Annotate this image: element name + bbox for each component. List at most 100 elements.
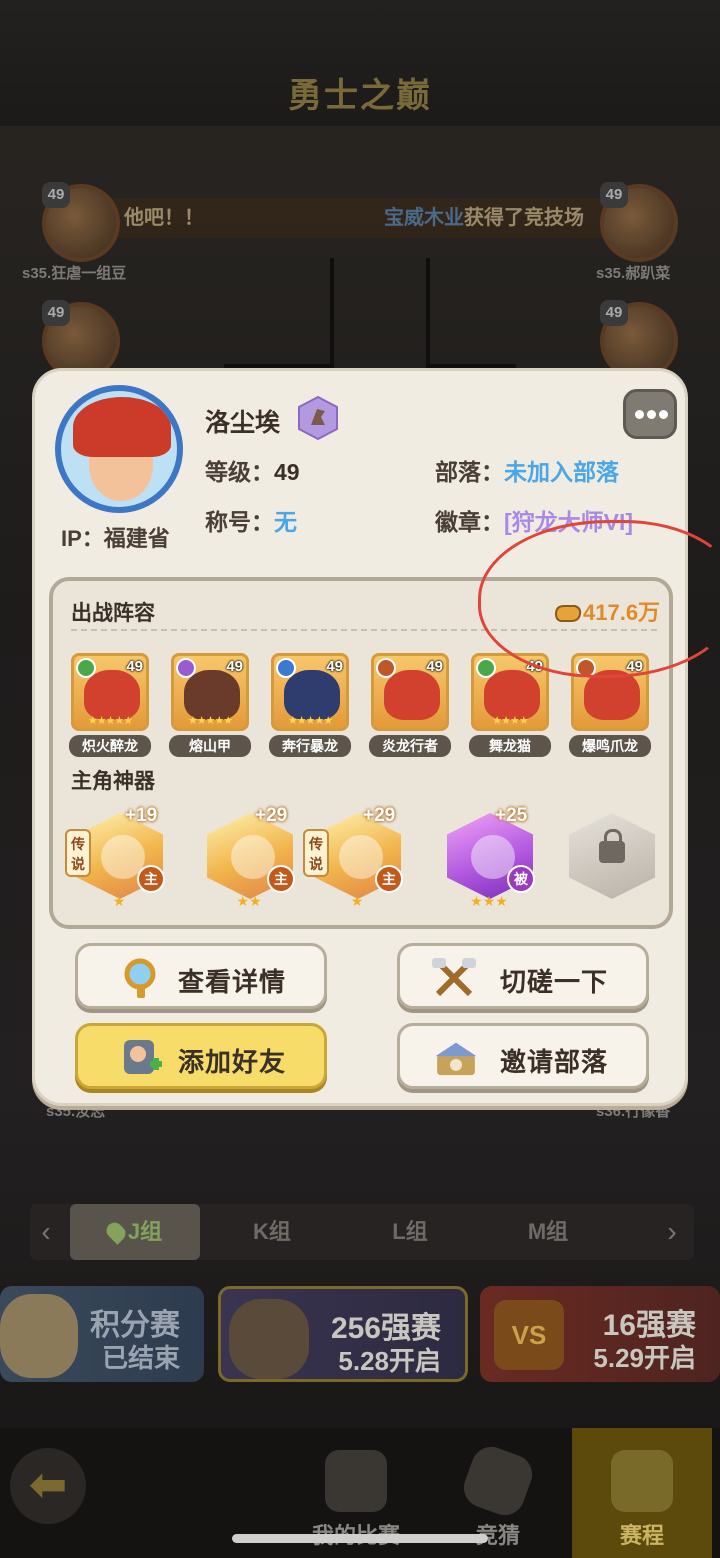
crossed-axes-icon [432, 958, 476, 997]
tribe-label: 部落： [435, 459, 504, 485]
invite-tribe-button[interactable]: 邀请部落 [397, 1023, 649, 1089]
calendar-icon [611, 1450, 673, 1512]
hero-name: 爆鸣爪龙 [569, 735, 651, 757]
tab-label: J组 [127, 1219, 163, 1244]
role-tag: 主 [267, 865, 295, 893]
role-tag: 主 [375, 865, 403, 893]
level-label: 等级： [205, 459, 274, 485]
chevron-left-icon[interactable]: ‹ [34, 1214, 58, 1250]
ticker-highlight: 宝威木业 [384, 207, 464, 229]
artifact-plus: +29 [255, 805, 288, 826]
button-label: 切磋一下 [500, 967, 609, 997]
add-friend-button[interactable]: 添加好友 [75, 1023, 327, 1089]
character-portrait-icon [0, 1294, 78, 1378]
nav-schedule[interactable]: 赛程 [572, 1428, 712, 1558]
title-row: 称号：无 [205, 503, 297, 537]
add-friend-icon [124, 1040, 162, 1074]
stage-card-256[interactable]: 256强赛 5.28开启 [218, 1286, 468, 1382]
ticker-text: 获得了竞技场 [464, 207, 584, 229]
bracket-player-name: s35.狂虐一组豆 [22, 265, 127, 282]
tab-group-j[interactable]: J组 [70, 1204, 200, 1260]
artifact-slot[interactable]: +29 主 ★★ [201, 805, 297, 909]
ticker-text: 他吧！！ [124, 207, 204, 229]
artifacts-title: 主角神器 [71, 770, 155, 793]
hero-name: 奔行暴龙 [269, 735, 351, 757]
nav-label: 赛程 [619, 1523, 664, 1548]
bracket-player-level: 49 [42, 182, 70, 208]
hero-name: 舞龙猫 [469, 735, 551, 757]
artifact-slot[interactable]: +19 传说 主 ★ [65, 805, 167, 909]
avatar[interactable] [55, 385, 183, 513]
stage-card-points[interactable]: 积分赛 已结束 [0, 1286, 204, 1382]
vs-crest-icon: VS [494, 1300, 564, 1370]
level-value: 49 [274, 459, 300, 485]
dice-icon [458, 1441, 538, 1521]
role-tag: 被 [507, 865, 535, 893]
tribe-row: 部落：未加入部落 [435, 453, 619, 487]
stage-status: 5.29开启 [593, 1343, 696, 1373]
star-rating-icon: ★★★★★ [287, 715, 333, 727]
stage-status: 5.28开启 [338, 1346, 441, 1376]
hero-slot[interactable]: 49 ★★★★★ 熔山甲 [169, 653, 251, 757]
artifact-slot[interactable]: +25 被 ★★★ [441, 805, 537, 909]
lineup-title: 出战阵容 [71, 602, 155, 625]
level-row: 等级：49 [205, 453, 300, 487]
tab-group-k[interactable]: K组 [212, 1204, 332, 1260]
rank-gem-icon [298, 395, 338, 441]
character-portrait-icon [229, 1299, 309, 1379]
hero-name: 炽火醉龙 [69, 735, 151, 757]
button-label: 添加好友 [178, 1047, 287, 1077]
player-name: 洛尘埃 [205, 409, 281, 437]
group-tabs: ‹ J组 K组 L组 M组 › [30, 1204, 694, 1260]
view-details-button[interactable]: 查看详情 [75, 943, 327, 1009]
location-pin-icon [103, 1219, 129, 1245]
star-rating-icon: ★ [350, 893, 364, 909]
bracket-line [426, 258, 516, 368]
hero-slot[interactable]: 49 炎龙行者 [369, 653, 451, 757]
more-options-button[interactable] [623, 389, 677, 439]
legend-tag: 传说 [65, 829, 91, 877]
hero-slot[interactable]: 49 ★★★★ 舞龙猫 [469, 653, 551, 757]
bracket-player-name: s35.郝趴菜 [596, 265, 671, 282]
magnifier-icon [124, 958, 156, 998]
hero-level: 49 [426, 658, 443, 675]
bracket-player-level: 49 [600, 300, 628, 326]
page-title: 勇士之巅 [288, 77, 432, 115]
bracket-player-level: 49 [600, 182, 628, 208]
stage-card-16[interactable]: VS 16强赛 5.29开启 [480, 1286, 720, 1382]
avatar-hair [73, 397, 171, 457]
artifact-plus: +19 [125, 805, 158, 826]
tribe-house-icon [435, 1042, 477, 1076]
spar-button[interactable]: 切磋一下 [397, 943, 649, 1009]
hero-name: 熔山甲 [169, 735, 251, 757]
news-ticker: 他吧！！ 宝威木业获得了竞技场 [100, 198, 620, 238]
star-rating-icon: ★★★ [470, 893, 508, 909]
artifact-slot-locked[interactable] [563, 811, 659, 907]
annotation-circle [478, 520, 720, 678]
legend-tag: 传说 [303, 829, 329, 877]
bracket-player-level: 49 [42, 300, 70, 326]
artifact-plus: +25 [495, 805, 528, 826]
badge-label: 徽章： [435, 509, 504, 535]
back-arrow-icon[interactable]: ⬅ [10, 1448, 86, 1524]
ip-location: IP：福建省 [61, 526, 170, 551]
hero-slot[interactable]: 49 ★★★★★ 炽火醉龙 [69, 653, 151, 757]
star-rating-icon: ★★★★★ [187, 715, 233, 727]
hero-level: 49 [126, 658, 143, 675]
hero-slot[interactable]: 49 ★★★★★ 奔行暴龙 [269, 653, 351, 757]
home-indicator[interactable] [232, 1534, 488, 1543]
lock-icon [599, 829, 625, 863]
tab-group-l[interactable]: L组 [350, 1204, 470, 1260]
artifact-slot[interactable]: +29 传说 主 ★ [303, 805, 405, 909]
artifact-plus: +29 [363, 805, 396, 826]
top-bar: 勇士之巅 [0, 0, 720, 126]
star-rating-icon: ★★★★ [492, 715, 528, 727]
stage-status: 已结束 [101, 1343, 180, 1373]
tab-group-m[interactable]: M组 [488, 1204, 608, 1260]
star-rating-icon: ★★ [236, 893, 262, 909]
hero-level: 49 [226, 658, 243, 675]
star-rating-icon: ★ [112, 893, 126, 909]
chevron-right-icon[interactable]: › [660, 1214, 684, 1250]
player-profile-modal: IP：福建省 洛尘埃 等级：49 称号：无 部落：未加入部落 徽章：[狩龙大师V… [32, 368, 688, 1106]
bracket-line [224, 258, 334, 368]
